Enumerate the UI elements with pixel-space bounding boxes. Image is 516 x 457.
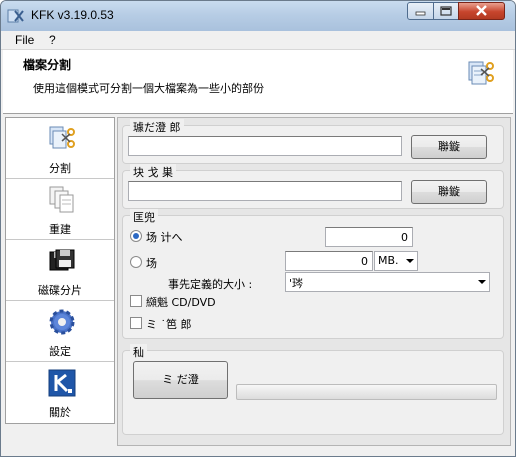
options-group-label: 匡兜 [130, 209, 158, 225]
sidebar-item-about[interactable]: 關於 [6, 362, 114, 422]
target-group-label: 块 戈 巣 [130, 164, 176, 180]
source-browse-button[interactable]: 聯鏇 [411, 135, 487, 159]
preset-size-select[interactable]: '琌 [285, 272, 490, 292]
minimize-icon [415, 11, 426, 16]
cd-dvd-checkbox[interactable] [130, 295, 142, 307]
size-unit-select[interactable]: MB. [374, 251, 418, 271]
sidebar-item-label: 關於 [49, 406, 71, 419]
chevron-down-icon [406, 259, 414, 263]
sidebar-item-split[interactable]: 分割 [6, 118, 114, 179]
sidebar-item-settings[interactable]: 設定 [6, 301, 114, 362]
split-by-size-radio[interactable] [130, 256, 142, 268]
close-button[interactable] [458, 2, 505, 20]
menu-file[interactable]: File [15, 33, 34, 47]
sidebar-item-label: 重建 [49, 223, 71, 236]
split-by-size-label: 场 [146, 257, 157, 270]
app-window: KFK v3.19.0.53 File ? 檔案分割 使用這個模式可分割一個大檔… [0, 0, 516, 457]
source-group-label: 璩だ澄 郎 [130, 119, 184, 135]
source-file-input[interactable] [128, 136, 402, 156]
close-icon [476, 5, 487, 16]
target-browse-button[interactable]: 聯鏇 [411, 180, 487, 204]
sidebar-item-label: 分割 [49, 162, 71, 175]
main-panel: 璩だ澄 郎 聯鏇 块 戈 巣 聯鏇 匡兜 场 计へ 场 MB. 事先定義的大小 … [117, 117, 511, 446]
minimize-button[interactable] [407, 2, 434, 20]
title-bar: KFK v3.19.0.53 [1, 1, 515, 31]
menu-help[interactable]: ? [49, 33, 56, 47]
run-group-label: 秈 [130, 344, 147, 360]
split-files-icon [468, 61, 494, 85]
auto-option-checkbox[interactable] [130, 317, 142, 329]
chevron-down-icon [478, 280, 486, 284]
auto-option-label: ミ ˙笆 郎 [146, 318, 192, 331]
maximize-button[interactable] [433, 2, 459, 20]
size-unit-value: MB. [378, 254, 399, 267]
scissors-files-icon [49, 126, 75, 149]
sidebar-item-disk-spanning[interactable]: 磁碟分片 [6, 240, 114, 301]
app-icon [7, 9, 24, 23]
part-count-input[interactable] [325, 227, 413, 247]
menu-bar: File ? [1, 31, 515, 50]
progress-bar [236, 384, 497, 400]
sidebar: 分割 重建 磁碟分片 設定 關於 [5, 117, 115, 424]
preset-size-label: 事先定義的大小 : [168, 278, 253, 291]
window-title: KFK v3.19.0.53 [31, 8, 114, 22]
rebuild-files-icon [49, 186, 74, 213]
sidebar-item-rebuild[interactable]: 重建 [6, 179, 114, 240]
floppy-disk-icon [49, 249, 75, 271]
mode-header: 檔案分割 使用這個模式可分割一個大檔案為一些小的部份 [3, 50, 513, 114]
mode-description: 使用這個模式可分割一個大檔案為一些小的部份 [33, 82, 264, 95]
target-folder-input[interactable] [128, 181, 402, 201]
cd-dvd-label: 纐魁 CD/DVD [146, 296, 216, 309]
part-size-input[interactable] [285, 251, 373, 271]
gear-icon [49, 309, 75, 335]
maximize-icon [440, 6, 452, 16]
kfk-logo-icon [48, 369, 76, 397]
start-split-button[interactable]: ミ だ澄 [133, 361, 228, 399]
split-by-count-label: 场 计へ [146, 231, 183, 244]
preset-size-value: '琌 [289, 277, 304, 290]
sidebar-item-label: 磁碟分片 [38, 284, 82, 297]
sidebar-item-label: 設定 [49, 345, 71, 358]
split-by-count-radio[interactable] [130, 230, 142, 242]
mode-title: 檔案分割 [23, 58, 72, 72]
